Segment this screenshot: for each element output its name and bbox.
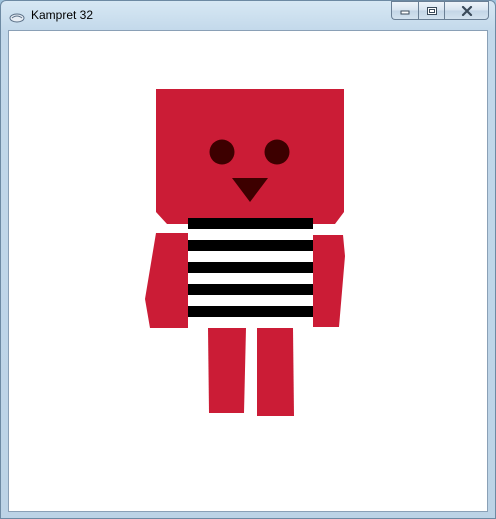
torso-stripe	[188, 218, 313, 229]
torso-stripes	[188, 218, 313, 328]
robot-head	[156, 89, 344, 224]
title-bar[interactable]: Kampret 32	[1, 1, 495, 30]
torso-stripe	[188, 251, 313, 262]
torso-stripe	[188, 240, 313, 251]
restore-icon	[426, 6, 437, 15]
torso-stripe	[188, 306, 313, 317]
robot-right-arm	[312, 235, 345, 327]
minimize-button[interactable]	[391, 1, 418, 20]
robot-left-arm	[145, 233, 189, 328]
torso-stripe	[188, 229, 313, 240]
robot-left-eye	[209, 139, 235, 165]
close-icon	[461, 5, 472, 16]
torso-stripe	[188, 273, 313, 284]
robot-right-leg	[257, 328, 294, 416]
robot-left-leg	[208, 328, 246, 413]
robot-torso	[188, 218, 313, 328]
torso-stripe	[188, 295, 313, 306]
caption-buttons	[391, 1, 489, 21]
app-window: Kampret 32	[0, 0, 496, 519]
robot-scene	[145, 89, 345, 416]
torso-stripe	[188, 317, 313, 328]
window-title: Kampret 32	[31, 8, 94, 22]
robot-right-eye	[264, 139, 290, 165]
minimize-icon	[400, 10, 410, 14]
torso-stripe	[188, 262, 313, 273]
close-button[interactable]	[444, 1, 489, 20]
restore-button[interactable]	[418, 1, 444, 20]
app-icon	[9, 9, 25, 23]
torso-stripe	[188, 284, 313, 295]
canvas-area	[8, 30, 488, 512]
